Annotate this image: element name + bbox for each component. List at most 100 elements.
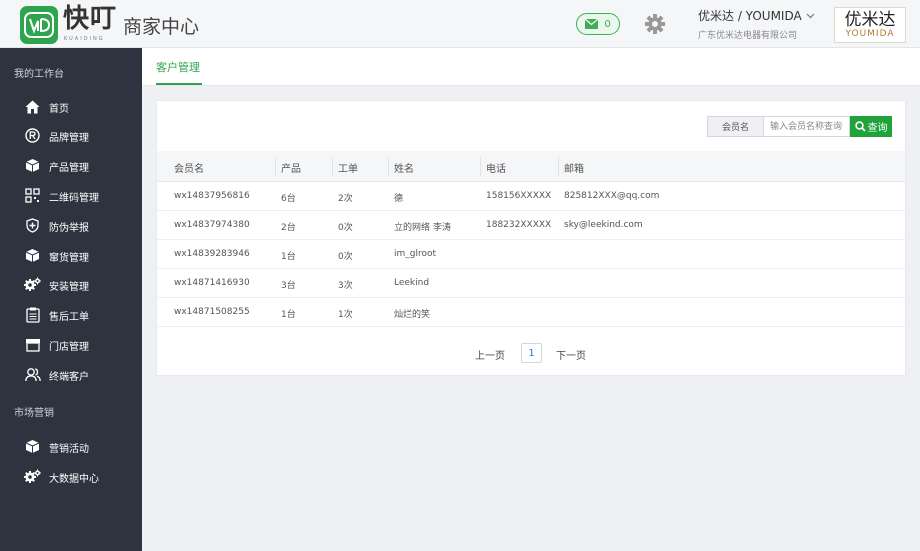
sidebar-item-after-sales[interactable]: 售后工单: [0, 302, 142, 328]
box-icon: [24, 157, 41, 174]
table-header: 会员名 产品 工单 姓名 电话 邮箱: [157, 151, 905, 182]
chevron-down-icon: [806, 13, 815, 18]
mail-icon: [585, 19, 599, 29]
sidebar-item-label: 防伪举报: [49, 222, 89, 234]
cell-member: wx14837974380: [174, 220, 250, 230]
gears-icon: [24, 468, 41, 485]
sidebar-item-customers[interactable]: 终端客户: [0, 362, 142, 388]
sidebar-item-label: 产品管理: [49, 162, 89, 174]
top-header: 快叮 KUAIDING 商家中心 0 优米达 / YOUMIDA 广东优米达电器…: [0, 0, 920, 48]
tab-active-indicator: [156, 83, 202, 85]
sidebar-item-big-data[interactable]: 大数据中心: [0, 464, 142, 490]
sidebar-item-label: 营销活动: [49, 443, 89, 455]
pagination: 上一页 1 下一页: [157, 343, 905, 363]
column-divider: [388, 157, 389, 176]
merchant-logo-en: YOUMIDA: [845, 28, 895, 39]
settings-button[interactable]: [644, 13, 666, 35]
cell-ticket: 1次: [338, 310, 353, 320]
sidebar-item-label: 窜货管理: [49, 252, 89, 264]
cell-ticket: 0次: [338, 252, 353, 262]
search-icon: [854, 121, 866, 132]
logo-mark-icon: [24, 12, 54, 38]
search-button-label: 查询: [867, 123, 888, 134]
sidebar-item-label: 品牌管理: [49, 132, 89, 144]
merchant-logo: 优米达 YOUMIDA: [834, 7, 906, 43]
sidebar-item-qrcode[interactable]: 二维码管理: [0, 183, 142, 209]
brand-name: 快叮: [63, 4, 118, 34]
column-divider: [332, 157, 333, 176]
page-number-current[interactable]: 1: [521, 343, 542, 363]
table-row[interactable]: wx14871508255 1台 1次 灿烂的笑: [157, 298, 905, 327]
next-page-button[interactable]: 下一页: [556, 347, 586, 362]
column-header-member: 会员名: [174, 164, 204, 175]
sidebar: 我的工作台 首页 品牌管理 产品管理 二维码管理 防伪举报 窜货管理 安装管理 …: [0, 48, 142, 551]
sidebar-item-label: 终端客户: [49, 371, 89, 383]
sidebar-item-brand[interactable]: 品牌管理: [0, 123, 142, 149]
customer-panel: 会员名 查询 会员名 产品 工单 姓名 电话 邮箱 wx14837956816 …: [156, 100, 906, 376]
clipboard-icon: [24, 306, 41, 323]
sidebar-item-label: 门店管理: [49, 341, 89, 353]
store-icon: [24, 336, 41, 353]
cell-name: im_glroot: [394, 249, 437, 259]
cell-ticket: 0次: [338, 223, 353, 233]
cube-icon: [24, 438, 41, 455]
sidebar-item-channel[interactable]: 窜货管理: [0, 243, 142, 269]
cell-member: wx14871416930: [174, 278, 250, 288]
cell-product: 1台: [281, 310, 296, 320]
app-logo[interactable]: [20, 6, 58, 44]
users-icon: [24, 366, 41, 383]
column-header-ticket: 工单: [338, 164, 358, 175]
cell-product: 3台: [281, 281, 296, 291]
cell-product: 6台: [281, 194, 296, 204]
table-row[interactable]: wx14837956816 6台 2次 德 158156XXXXX 825812…: [157, 182, 905, 211]
column-divider: [558, 157, 559, 176]
column-header-product: 产品: [281, 164, 301, 175]
search-button[interactable]: 查询: [850, 116, 892, 137]
merchant-logo-cn: 优米达: [844, 9, 896, 30]
table-row[interactable]: wx14837974380 2台 0次 立的网络 李涛 188232XXXXX …: [157, 211, 905, 240]
shield-icon: [24, 217, 41, 234]
prev-page-button[interactable]: 上一页: [475, 347, 505, 362]
sidebar-section-workbench: 我的工作台: [14, 69, 64, 80]
table-row[interactable]: wx14871416930 3台 3次 Leekind: [157, 269, 905, 298]
cell-member: wx14871508255: [174, 307, 250, 317]
cell-phone: 188232XXXXX: [486, 220, 552, 230]
message-count: 0: [604, 18, 611, 30]
messages-button[interactable]: 0: [576, 13, 620, 35]
sidebar-item-label: 安装管理: [49, 281, 89, 293]
cell-ticket: 2次: [338, 194, 353, 204]
cell-email: sky@leekind.com: [564, 220, 643, 230]
gears-icon: [24, 276, 41, 293]
cell-member: wx14839283946: [174, 249, 250, 259]
member-search-input[interactable]: [764, 116, 850, 137]
sidebar-item-label: 售后工单: [49, 311, 89, 323]
company-name: 广东优米达电器有限公司: [698, 31, 798, 41]
cell-member: wx14837956816: [174, 191, 250, 201]
search-field-label[interactable]: 会员名: [707, 116, 764, 137]
table-row[interactable]: wx14839283946 1台 0次 im_glroot: [157, 240, 905, 269]
user-menu[interactable]: 优米达 / YOUMIDA: [698, 7, 815, 24]
user-name: 优米达 / YOUMIDA: [698, 9, 802, 23]
sidebar-item-label: 二维码管理: [49, 192, 99, 204]
cell-name: 立的网络 李涛: [394, 223, 451, 233]
sidebar-item-home[interactable]: 首页: [0, 94, 142, 120]
tab-customer-management[interactable]: 客户管理: [156, 59, 200, 75]
sidebar-item-store[interactable]: 门店管理: [0, 332, 142, 358]
cell-ticket: 3次: [338, 281, 353, 291]
sidebar-item-install[interactable]: 安装管理: [0, 272, 142, 298]
cell-phone: 158156XXXXX: [486, 191, 552, 201]
sidebar-item-campaigns[interactable]: 营销活动: [0, 434, 142, 460]
sidebar-item-label: 大数据中心: [49, 473, 99, 485]
gear-icon: [645, 14, 665, 34]
cell-name: 灿烂的笑: [394, 310, 431, 320]
column-divider: [480, 157, 481, 176]
cell-product: 1台: [281, 252, 296, 262]
column-header-name: 姓名: [394, 164, 414, 175]
cell-name: Leekind: [394, 278, 430, 288]
page-title: 商家中心: [123, 16, 200, 38]
cell-name: 德: [394, 194, 404, 204]
brand-subtitle: KUAIDING: [64, 36, 105, 42]
sidebar-item-product[interactable]: 产品管理: [0, 153, 142, 179]
column-header-phone: 电话: [486, 164, 506, 175]
sidebar-item-anti-fake[interactable]: 防伪举报: [0, 213, 142, 239]
